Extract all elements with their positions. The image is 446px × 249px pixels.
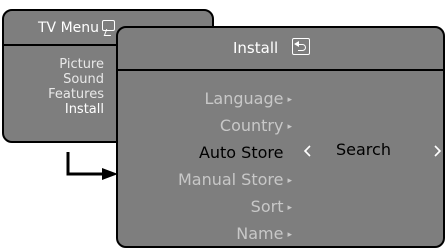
install-item-label: Manual Store	[177, 170, 284, 189]
chevron-right-icon[interactable]	[433, 145, 442, 157]
install-title: Install	[233, 39, 279, 57]
tv-menu-item-install[interactable]: Install	[48, 102, 104, 117]
tv-menu-item-sound[interactable]: Sound	[48, 72, 104, 87]
install-title-bar: Install	[118, 28, 443, 71]
tv-menu-list: Picture Sound Features Install	[48, 57, 104, 117]
tv-menu-item-features[interactable]: Features	[48, 87, 104, 102]
submenu-arrow-icon: ▸	[287, 176, 292, 186]
install-return-icon	[292, 38, 310, 55]
install-item-label: Country	[219, 116, 284, 135]
chevron-left-icon[interactable]	[303, 145, 312, 157]
install-menu-panel: Install Language▸ Country▸ Auto Store▸ M…	[116, 26, 445, 248]
install-item-manual-store[interactable]: Manual Store ▸	[118, 167, 292, 194]
install-item-label: Language	[204, 89, 284, 108]
install-item-sort[interactable]: Sort ▸	[118, 194, 292, 221]
submenu-arrow-icon: ▸	[287, 203, 292, 213]
install-item-name[interactable]: Name ▸	[118, 221, 292, 246]
install-item-label: Name	[236, 224, 284, 243]
install-item-label: Sort	[250, 197, 284, 216]
install-item-auto-store[interactable]: Auto Store▸	[118, 140, 292, 167]
submenu-arrow-icon: ▸	[287, 95, 292, 105]
tv-menu-icon	[102, 20, 115, 31]
submenu-arrow-icon: ▸	[287, 122, 292, 132]
install-item-label: Auto Store	[198, 143, 284, 162]
auto-store-value-selector[interactable]: Search	[303, 140, 443, 162]
submenu-arrow-icon: ▸	[287, 230, 292, 240]
tv-menu-item-picture[interactable]: Picture	[48, 57, 104, 72]
install-item-country[interactable]: Country ▸	[118, 113, 292, 140]
install-menu-list: Language▸ Country▸ Auto Store▸ Manual St…	[118, 86, 293, 246]
tv-menu-title: TV Menu	[38, 20, 100, 36]
install-item-language[interactable]: Language ▸	[118, 86, 293, 113]
auto-store-value: Search	[336, 140, 391, 159]
